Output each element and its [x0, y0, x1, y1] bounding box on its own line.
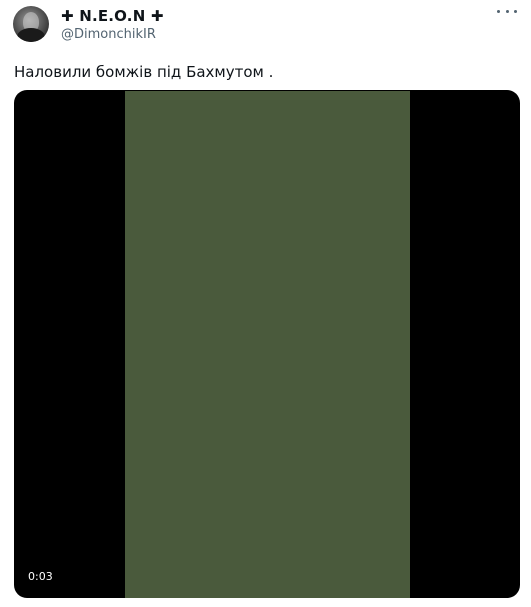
avatar[interactable]	[13, 6, 49, 42]
tweet-text: Наловили бомжів під Бахмутом .	[14, 63, 274, 81]
video-player[interactable]: 0:03	[14, 90, 520, 598]
more-dots-icon[interactable]	[497, 4, 517, 18]
video-timestamp: 0:03	[28, 570, 53, 583]
display-name[interactable]: ✚ N.E.O.N ✚	[61, 7, 164, 25]
video-frame[interactable]	[125, 91, 410, 598]
user-handle[interactable]: @DimonchikIR	[61, 27, 156, 42]
